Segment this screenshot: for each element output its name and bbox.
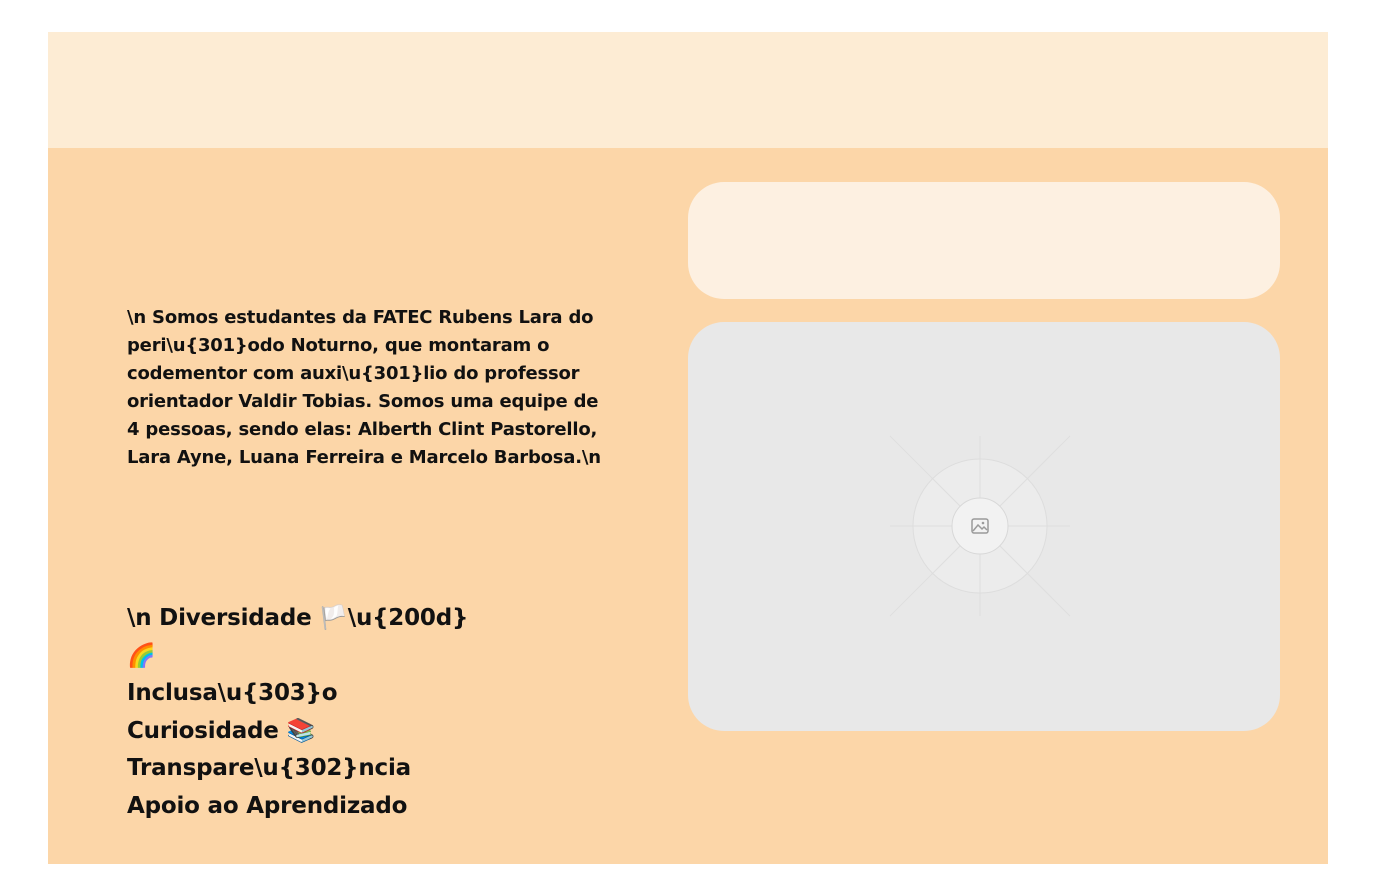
about-paragraph: \n Somos estudantes da FATEC Rubens Lara… [127,307,601,468]
image-card [688,322,1280,731]
image-placeholder-icon [889,435,1071,617]
value-item-curiosidade: Curiosidade 📚 [127,717,315,744]
value-item-diversidade: \n Diversidade 🏳️\u{200d} [127,605,469,631]
value-item-inclusao: Inclusa\u{303}o [127,680,338,707]
title-card [688,182,1280,299]
value-item-apoio: Apoio ao Aprendizado [127,792,408,819]
about-section: \n Somos estudantes da FATEC Rubens Lara… [48,148,1328,864]
value-item-transparencia: Transpare\u{302}ncia [127,755,411,782]
values-list: \n Diversidade 🏳️\u{200d} 🌈 Inclusa\u{30… [127,600,647,826]
header-band [48,32,1328,148]
page: \n Somos estudantes da FATEC Rubens Lara… [48,32,1328,864]
value-item-rainbow: 🌈 [127,642,156,669]
